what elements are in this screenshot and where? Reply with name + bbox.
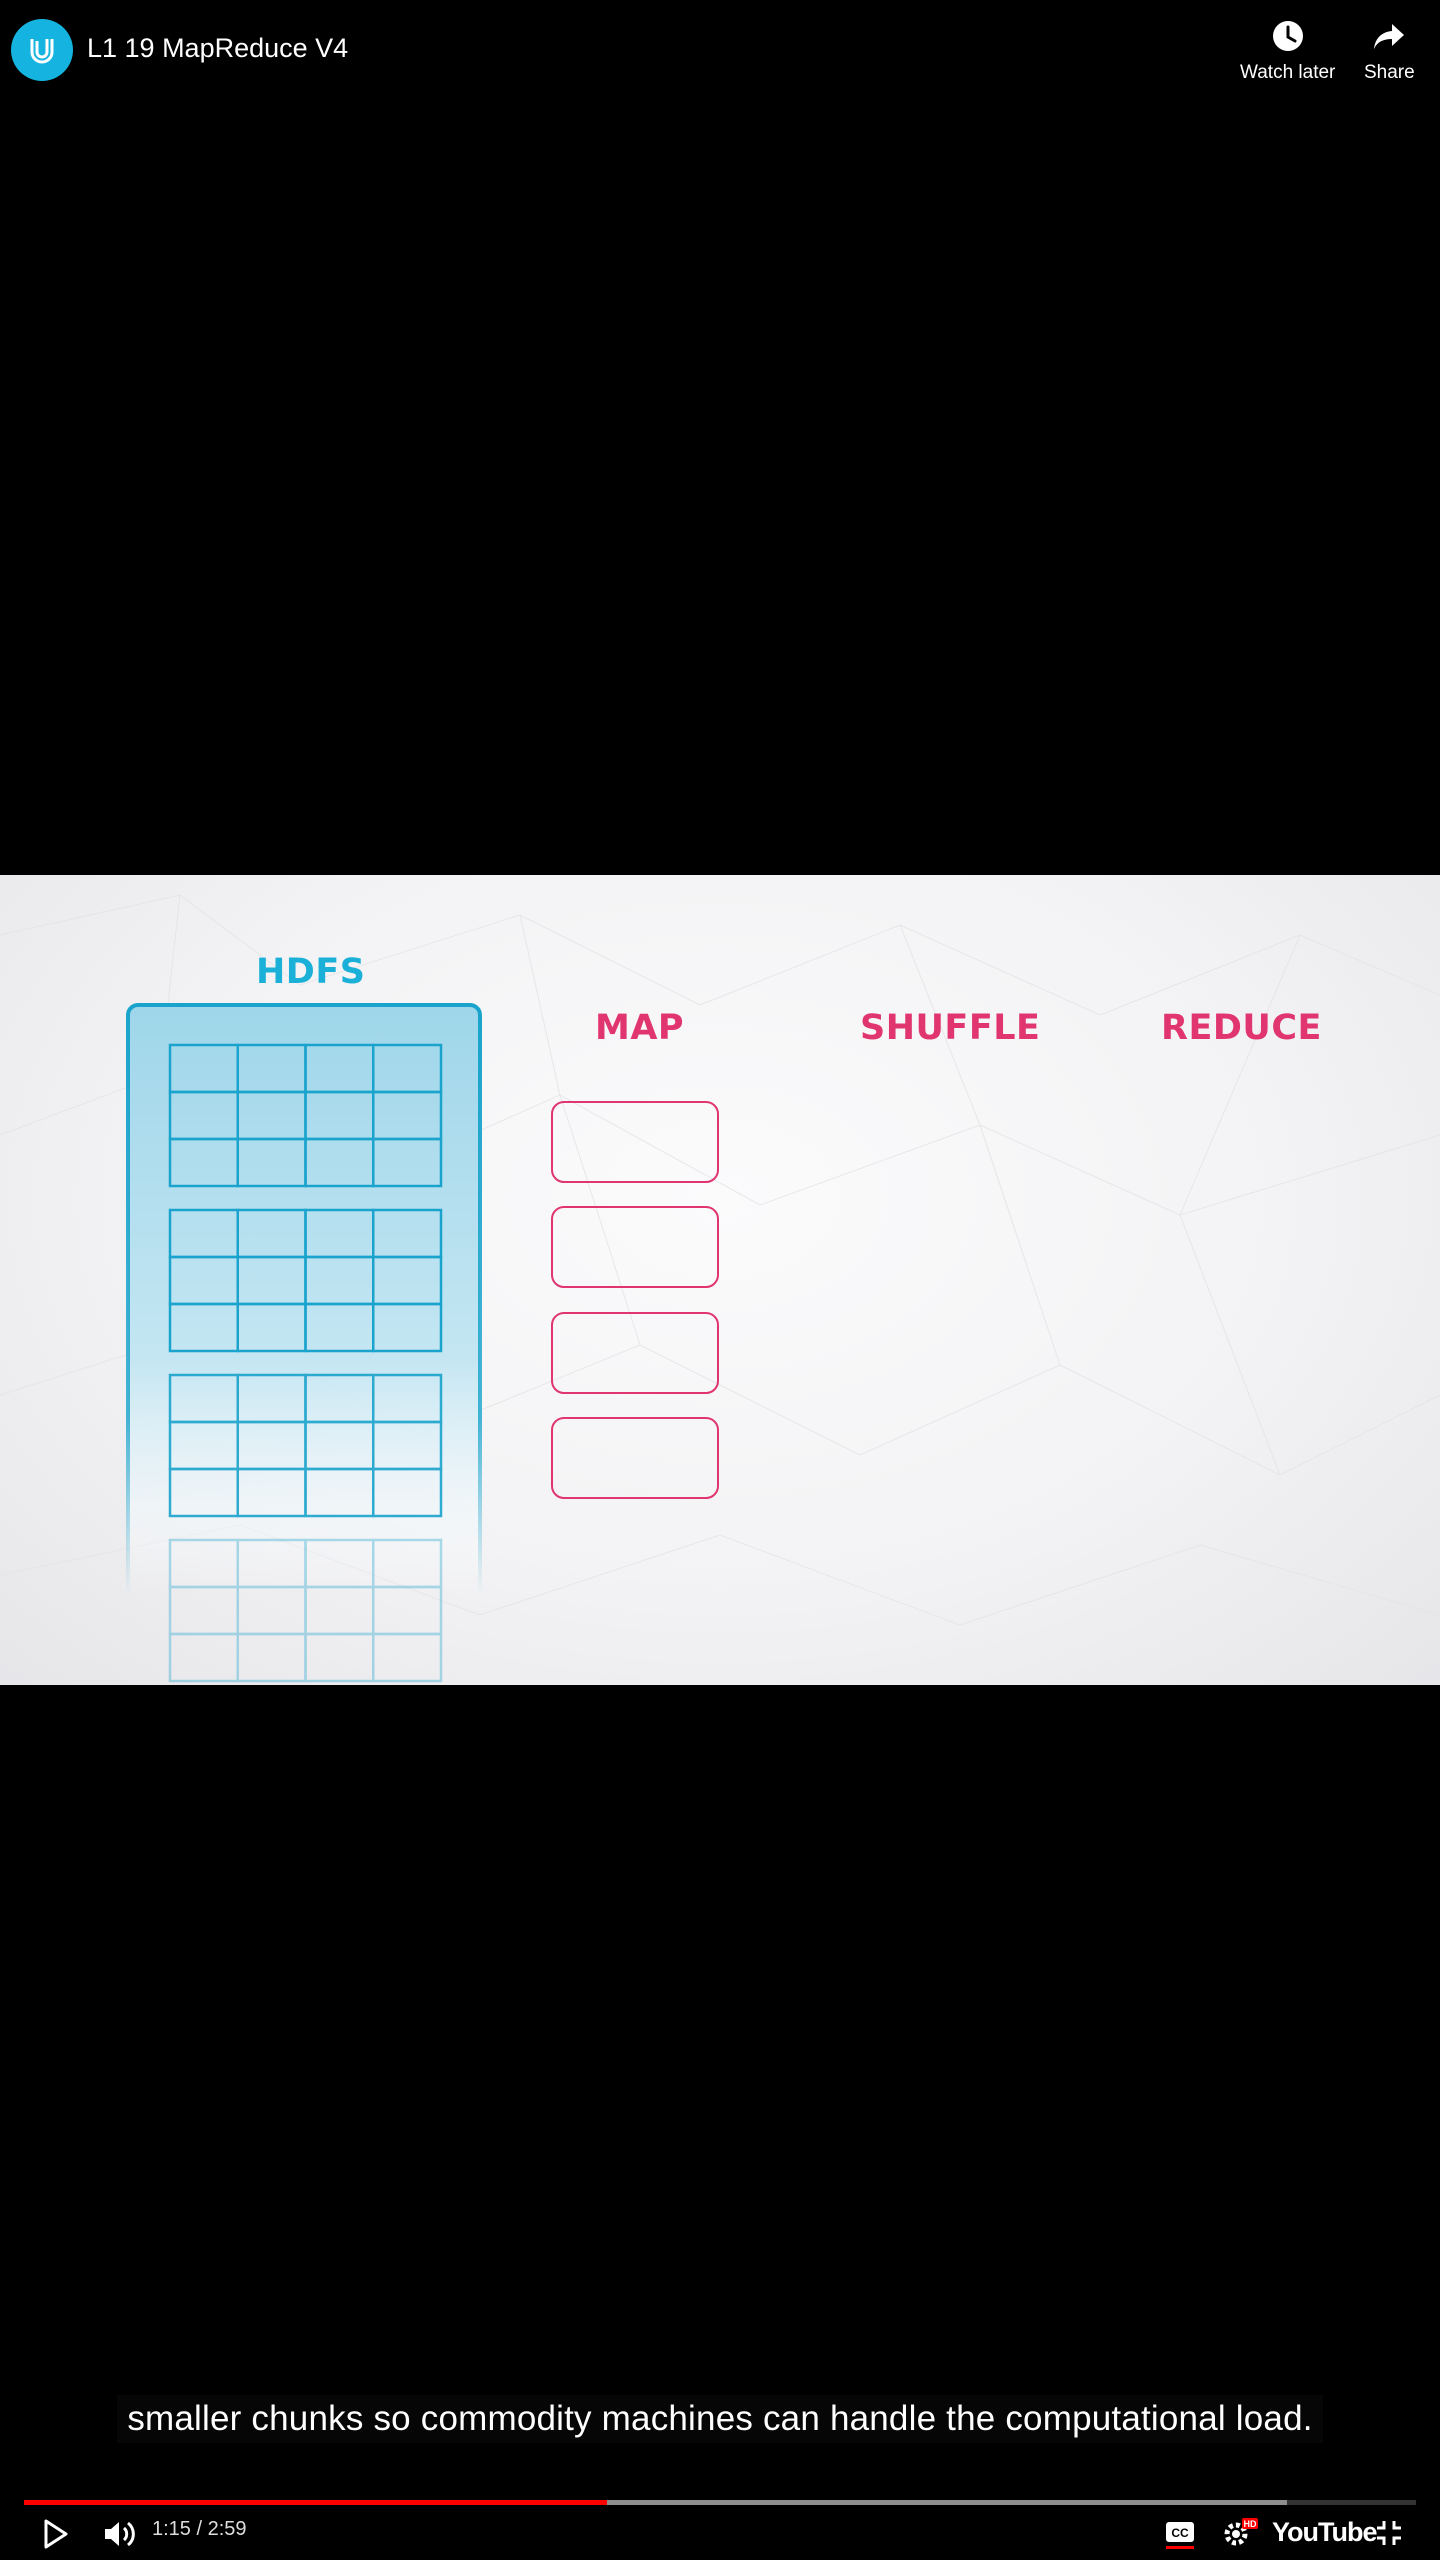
share-icon: [1369, 16, 1409, 56]
hdfs-cell: [304, 1632, 375, 1683]
watch-later-button[interactable]: Watch later: [1240, 16, 1335, 84]
settings-button[interactable]: HD: [1218, 2514, 1262, 2550]
map-task-box: [551, 1417, 719, 1499]
shuffle-label: SHUFFLE: [860, 1008, 1041, 1048]
settings-icon: HD: [1224, 2518, 1258, 2546]
watch-later-label: Watch later: [1240, 62, 1336, 83]
video-title[interactable]: L1 19 MapReduce V4: [87, 33, 348, 64]
youtube-logo[interactable]: YouTube: [1272, 2517, 1377, 2548]
hd-badge: HD: [1244, 2519, 1257, 2529]
captions-button[interactable]: CC: [1163, 2519, 1197, 2549]
map-task-box: [551, 1101, 719, 1183]
channel-avatar[interactable]: [11, 19, 73, 81]
time-display: 1:15 / 2:59: [152, 2518, 247, 2540]
caption-window: smaller chunks so commodity machines can…: [0, 2395, 1440, 2443]
volume-icon: [105, 2521, 135, 2547]
progress-played: [24, 2500, 608, 2505]
play-button[interactable]: [38, 2516, 74, 2552]
share-label: Share: [1364, 62, 1415, 83]
hdfs-container: [126, 1003, 482, 1595]
map-boxes: [551, 1101, 719, 1499]
mapreduce-diagram: [0, 894, 1440, 1683]
map-task-box: [551, 1206, 719, 1288]
clock-icon: [1268, 16, 1308, 56]
mute-button[interactable]: [100, 2516, 140, 2552]
map-label: MAP: [595, 1008, 685, 1048]
reduce-label: REDUCE: [1161, 1008, 1322, 1048]
hdfs-label: HDFS: [256, 952, 366, 992]
exit-fullscreen-button[interactable]: [1372, 2516, 1406, 2550]
hdfs-cell: [372, 1632, 443, 1683]
hdfs-cell: [236, 1632, 307, 1683]
map-task-box: [551, 1312, 719, 1394]
hdfs-cell: [168, 1632, 239, 1683]
udacity-logo-icon: [30, 39, 54, 64]
svg-text:CC: CC: [1171, 2526, 1189, 2540]
share-button[interactable]: Share: [1364, 16, 1415, 84]
exit-fullscreen-icon: [1377, 2521, 1401, 2545]
caption-text: smaller chunks so commodity machines can…: [117, 2395, 1323, 2443]
play-icon: [44, 2519, 68, 2549]
progress-bar[interactable]: [24, 2500, 1416, 2505]
video-frame[interactable]: HDFS MAP SHUFFLE REDUCE: [0, 875, 1440, 1685]
captions-icon: CC: [1166, 2522, 1194, 2549]
